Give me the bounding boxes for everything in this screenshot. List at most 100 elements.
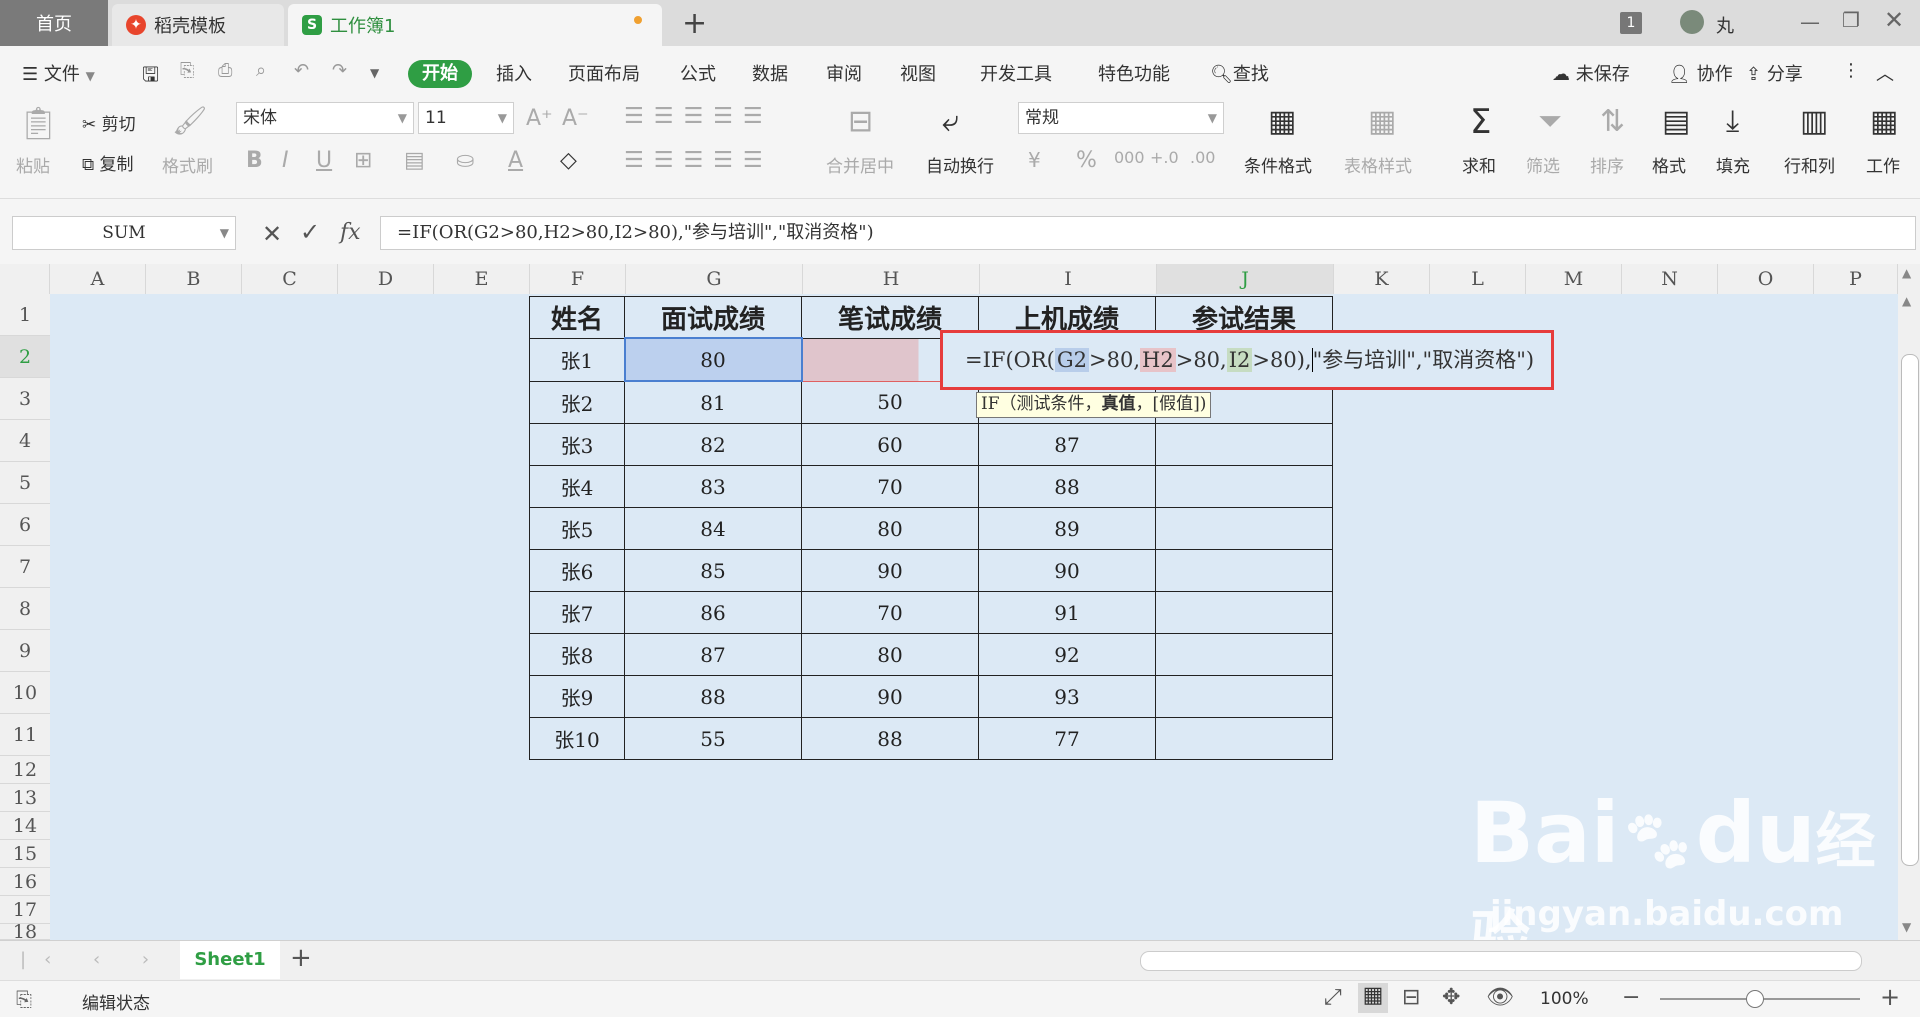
table-cell[interactable]: 77 [978,717,1156,760]
table-style-icon[interactable]: ▦ [1368,104,1396,139]
column-header[interactable]: J [1157,264,1334,294]
column-header[interactable]: L [1430,264,1526,294]
row-header[interactable]: 3 [0,378,50,420]
table-cell[interactable]: 张2 [529,380,625,424]
table-cell[interactable] [1155,717,1333,760]
cut-button[interactable]: ✂ 剪切 [82,110,136,135]
column-header[interactable]: P [1814,264,1898,294]
number-format-select[interactable]: 常规 ▼ [1018,102,1224,134]
table-cell[interactable]: 85 [624,549,802,592]
row-header[interactable]: 6 [0,504,50,546]
column-header[interactable]: B [146,264,242,294]
tab-home[interactable]: 首页 [0,0,108,46]
table-cell[interactable]: 张9 [529,675,625,718]
more-icon[interactable]: ⋮ [1842,60,1860,81]
table-cell[interactable]: 70 [801,465,979,508]
row-header[interactable]: 9 [0,630,50,672]
paste-button[interactable]: 粘贴 [16,152,50,177]
eye-protection-icon[interactable]: 👁︎ [1486,985,1514,1010]
fill-icon[interactable]: ⤓ [1726,104,1739,139]
wrap-text-icon[interactable]: ⤶ [942,104,959,139]
name-box[interactable]: SUM ▼ [12,216,236,250]
confirm-icon[interactable]: ✓ [300,218,320,246]
tab-workbook[interactable]: S 工作簿1 [288,4,662,46]
fill-color-icon[interactable]: ▤ [404,148,425,173]
scroll-up-icon[interactable]: ▲ [1902,266,1911,280]
font-name-select[interactable]: 宋体 ▼ [236,102,414,134]
sheet-grid[interactable]: 姓名 面试成绩 笔试成绩 上机成绩 参试结果 张1 80 张2 81 50 张3… [50,294,1898,940]
close-icon[interactable]: ✕ [1884,6,1904,34]
column-header[interactable]: N [1622,264,1718,294]
row-header[interactable]: 18 [0,924,50,940]
print-icon[interactable]: ⎙ [218,60,232,81]
table-cell[interactable]: 88 [624,675,802,718]
table-cell[interactable]: 55 [624,717,802,760]
scroll-up-icon[interactable]: ▲ [1902,294,1911,308]
thousands-icon[interactable]: 000 [1114,148,1145,167]
row-header[interactable]: 17 [0,896,50,924]
tab-data[interactable]: 数据 [752,60,788,86]
share-button[interactable]: ⇪ 分享 [1746,60,1803,86]
table-cell[interactable]: 80 [623,337,803,382]
tab-formula[interactable]: 公式 [680,60,716,86]
table-cell[interactable]: 89 [978,507,1156,550]
format-icon[interactable]: ▤ [1662,104,1690,139]
table-cell[interactable]: 80 [801,507,979,550]
unsaved-button[interactable]: ☁ 未保存 [1552,60,1630,86]
table-cell[interactable]: 83 [624,465,802,508]
collapse-ribbon-icon[interactable]: ︿ [1876,60,1894,86]
column-header[interactable]: G [626,264,803,294]
zoom-level[interactable]: 100% [1540,989,1589,1009]
row-header[interactable]: 4 [0,420,50,462]
zoom-slider-thumb[interactable] [1746,990,1764,1008]
paint-brush-icon[interactable]: 🖌︎ [172,104,208,137]
table-cell[interactable]: 90 [801,549,979,592]
decrease-font-icon[interactable]: A⁻ [562,106,589,131]
filter-button[interactable]: 筛选 [1526,152,1560,177]
table-cell[interactable]: 82 [624,423,802,466]
cancel-icon[interactable]: ✕ [262,220,282,248]
wrap-text-button[interactable]: 自动换行 [926,152,994,177]
font-size-select[interactable]: 11 ▼ [418,102,514,134]
table-cell[interactable]: 87 [624,633,802,676]
table-cell[interactable]: 87 [978,423,1156,466]
save-icon[interactable]: 🖫 [142,60,159,94]
filter-icon[interactable]: ⏷ [1538,104,1562,139]
sheet-tab-sheet1[interactable]: Sheet1 [180,941,280,979]
minimize-icon[interactable]: — [1800,10,1820,34]
table-cell[interactable]: 张5 [529,507,625,550]
tab-start[interactable]: 开始 [408,60,472,88]
row-header[interactable]: 2 [0,336,50,378]
table-header-cell[interactable]: 姓名 [529,296,625,339]
align-horizontal-icons[interactable]: ☰☰☰☰☰ [624,148,773,173]
fill-button[interactable]: 填充 [1716,152,1750,177]
page-break-view-icon[interactable]: ⊟ [1402,985,1420,1010]
table-cell[interactable]: 张6 [529,549,625,592]
increase-decimal-icon[interactable]: +.0 [1150,148,1179,167]
worksheet-button[interactable]: 工作 [1866,152,1900,177]
export-icon[interactable]: ⎘ [180,60,194,81]
column-header[interactable]: D [338,264,434,294]
percent-icon[interactable]: % [1076,148,1097,173]
table-cell[interactable] [1155,507,1333,550]
table-cell[interactable]: 张3 [529,423,625,466]
decrease-decimal-icon[interactable]: .00 [1190,148,1215,167]
tab-special[interactable]: 特色功能 [1098,60,1170,86]
table-cell[interactable]: 92 [978,633,1156,676]
row-header[interactable]: 15 [0,840,50,868]
table-cell[interactable]: 90 [978,549,1156,592]
avatar[interactable] [1680,10,1704,34]
undo-icon[interactable]: ↶ [294,60,309,81]
table-cell[interactable]: 93 [978,675,1156,718]
normal-view-icon[interactable]: ▦ [1358,983,1388,1013]
row-header[interactable]: 14 [0,812,50,840]
merge-center-button[interactable]: 合并居中 [826,152,894,177]
format-button[interactable]: 格式 [1652,152,1686,177]
paint-bucket-icon[interactable]: ⛀ [456,148,474,173]
table-cell[interactable]: 70 [801,591,979,634]
column-header[interactable]: F [530,264,626,294]
border-icon[interactable]: ⊞ [354,148,372,173]
table-cell[interactable]: 90 [801,675,979,718]
table-cell[interactable]: 张4 [529,465,625,508]
tab-insert[interactable]: 插入 [496,60,532,86]
